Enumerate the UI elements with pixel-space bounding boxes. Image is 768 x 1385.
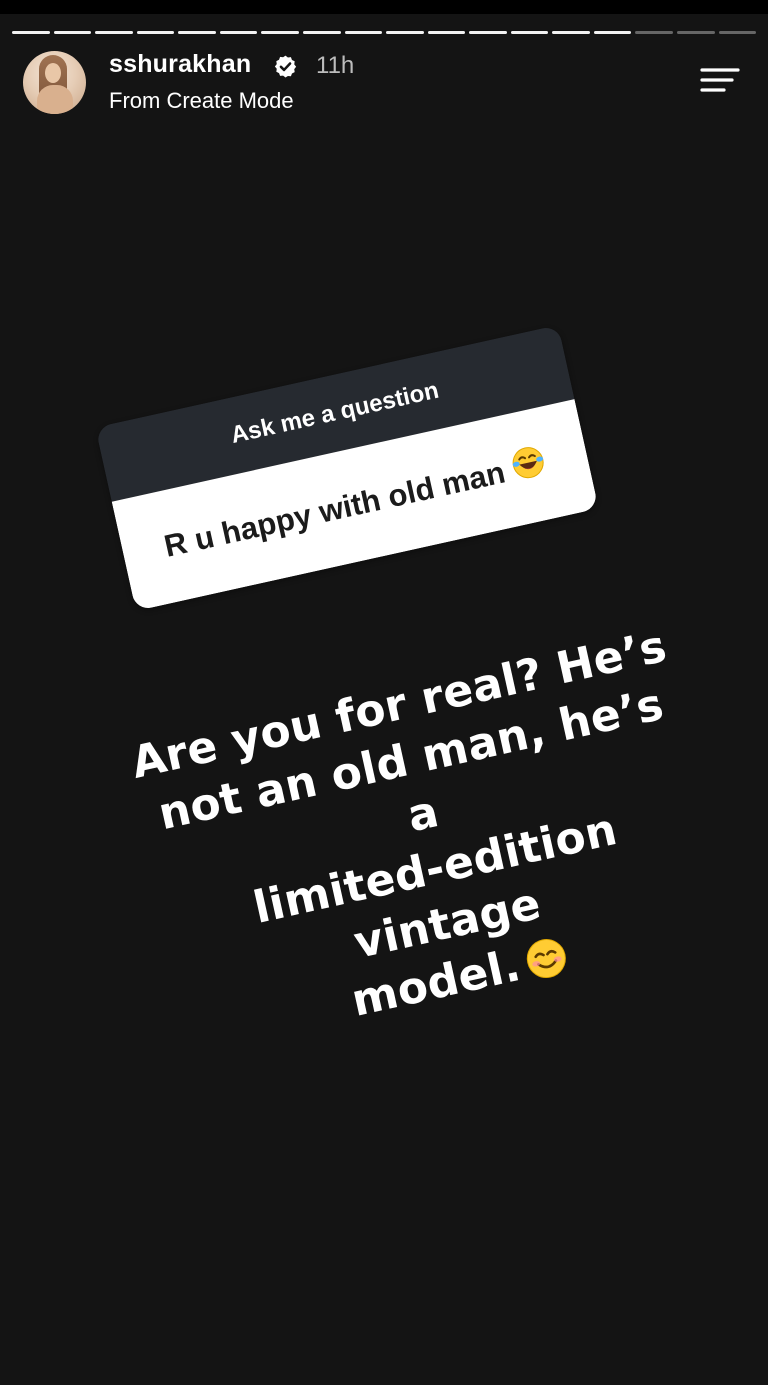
- create-mode-label[interactable]: From Create Mode: [109, 88, 294, 114]
- progress-segment: [136, 31, 175, 34]
- progress-segment: [12, 31, 50, 34]
- menu-icon[interactable]: [698, 67, 742, 93]
- progress-segment: [469, 31, 507, 34]
- progress-segment: [386, 31, 424, 34]
- progress-segment: [261, 31, 299, 34]
- post-time: 11h: [316, 52, 355, 79]
- question-sticker[interactable]: Ask me a question R u happy with old man: [95, 324, 599, 612]
- story-progress-bar: [12, 31, 757, 35]
- progress-segment: [677, 31, 715, 34]
- progress-segment: [219, 31, 258, 34]
- laughing-tears-emoji-icon: [501, 411, 558, 528]
- progress-segment: [178, 31, 216, 34]
- progress-segment: [53, 31, 92, 34]
- verified-badge-icon: [274, 55, 297, 78]
- progress-segment: [593, 31, 632, 34]
- progress-segment: [635, 31, 673, 34]
- progress-segment: [427, 31, 466, 34]
- progress-segment: [344, 31, 383, 34]
- profile-avatar[interactable]: [23, 51, 86, 114]
- progress-segment: [302, 31, 341, 34]
- progress-segment: [552, 31, 590, 34]
- progress-segment: [510, 31, 549, 34]
- progress-segment: [95, 31, 133, 34]
- username[interactable]: sshurakhan: [109, 50, 251, 79]
- reply-caption: Are you for real? He’s not an old man, h…: [120, 617, 741, 1072]
- smiling-face-emoji-icon: [521, 934, 574, 998]
- story-viewer[interactable]: sshurakhan 11h From Create Mode Ask me a…: [0, 14, 768, 1385]
- progress-segment: [718, 31, 757, 34]
